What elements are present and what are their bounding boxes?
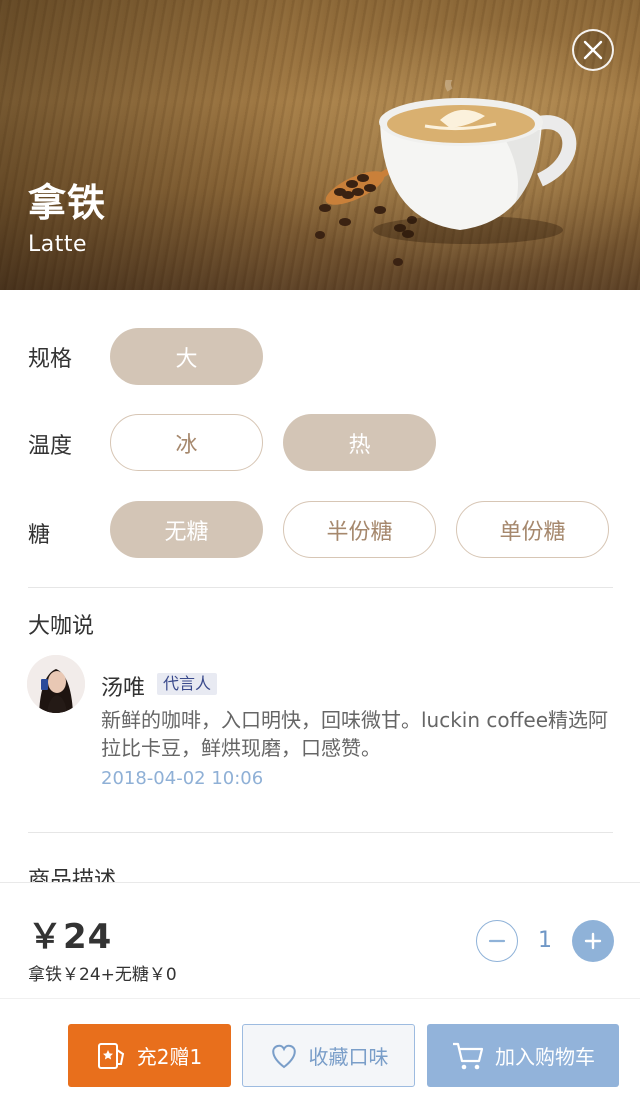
add-to-cart-button[interactable]: 加入购物车	[427, 1024, 619, 1087]
cart-icon	[453, 1042, 484, 1069]
price-bar: ￥24 拿铁￥24+无糖￥0 1	[0, 882, 640, 997]
review-date: 2018-04-02 10:06	[101, 768, 264, 789]
description-section-title: 商品描述	[28, 868, 117, 882]
action-bar: 充2赠1 收藏口味 加入购物车	[0, 998, 640, 1100]
divider	[28, 587, 613, 588]
temperature-option-ice[interactable]: 冰	[110, 414, 263, 471]
avatar	[27, 655, 85, 713]
size-label: 规格	[28, 347, 73, 372]
reviewer-name: 汤唯	[101, 676, 146, 701]
close-icon	[583, 40, 603, 60]
review-section-title: 大咖说	[28, 614, 95, 639]
minus-icon	[488, 939, 506, 943]
favorite-button[interactable]: 收藏口味	[242, 1024, 415, 1087]
divider	[28, 832, 613, 833]
close-button[interactable]	[572, 29, 614, 71]
ambassador-badge: 代言人	[157, 673, 218, 695]
price-breakdown: 拿铁￥24+无糖￥0	[28, 965, 177, 985]
review-quote: 新鲜的咖啡，入口明快，回味微甘。luckin coffee精选阿拉比卡豆，鲜烘现…	[101, 708, 609, 760]
temperature-label: 温度	[28, 434, 73, 459]
product-hero-image: 拿铁 Latte	[0, 0, 640, 290]
avatar-image	[27, 655, 85, 713]
recharge-button[interactable]: 充2赠1	[68, 1024, 231, 1087]
favorite-button-label: 收藏口味	[308, 1045, 389, 1069]
quantity-decrease-button[interactable]	[476, 920, 518, 962]
quantity-increase-button[interactable]	[572, 920, 614, 962]
add-to-cart-button-label: 加入购物车	[495, 1045, 595, 1069]
plus-icon	[584, 932, 602, 950]
product-name-cn: 拿铁	[28, 181, 107, 225]
latte-cup-illustration	[315, 80, 577, 266]
size-option-large[interactable]: 大	[110, 328, 263, 385]
temperature-option-hot[interactable]: 热	[283, 414, 436, 471]
recharge-button-label: 充2赠1	[136, 1045, 203, 1069]
sugar-option-single[interactable]: 单份糖	[456, 501, 609, 558]
heart-icon	[271, 1044, 296, 1068]
total-price: ￥24	[28, 917, 113, 957]
sugar-option-none[interactable]: 无糖	[110, 501, 263, 558]
sugar-option-half[interactable]: 半份糖	[283, 501, 436, 558]
sugar-label: 糖	[28, 523, 51, 548]
recharge-card-icon	[97, 1042, 124, 1069]
product-name-en: Latte	[28, 232, 88, 257]
quantity-value: 1	[538, 928, 552, 953]
